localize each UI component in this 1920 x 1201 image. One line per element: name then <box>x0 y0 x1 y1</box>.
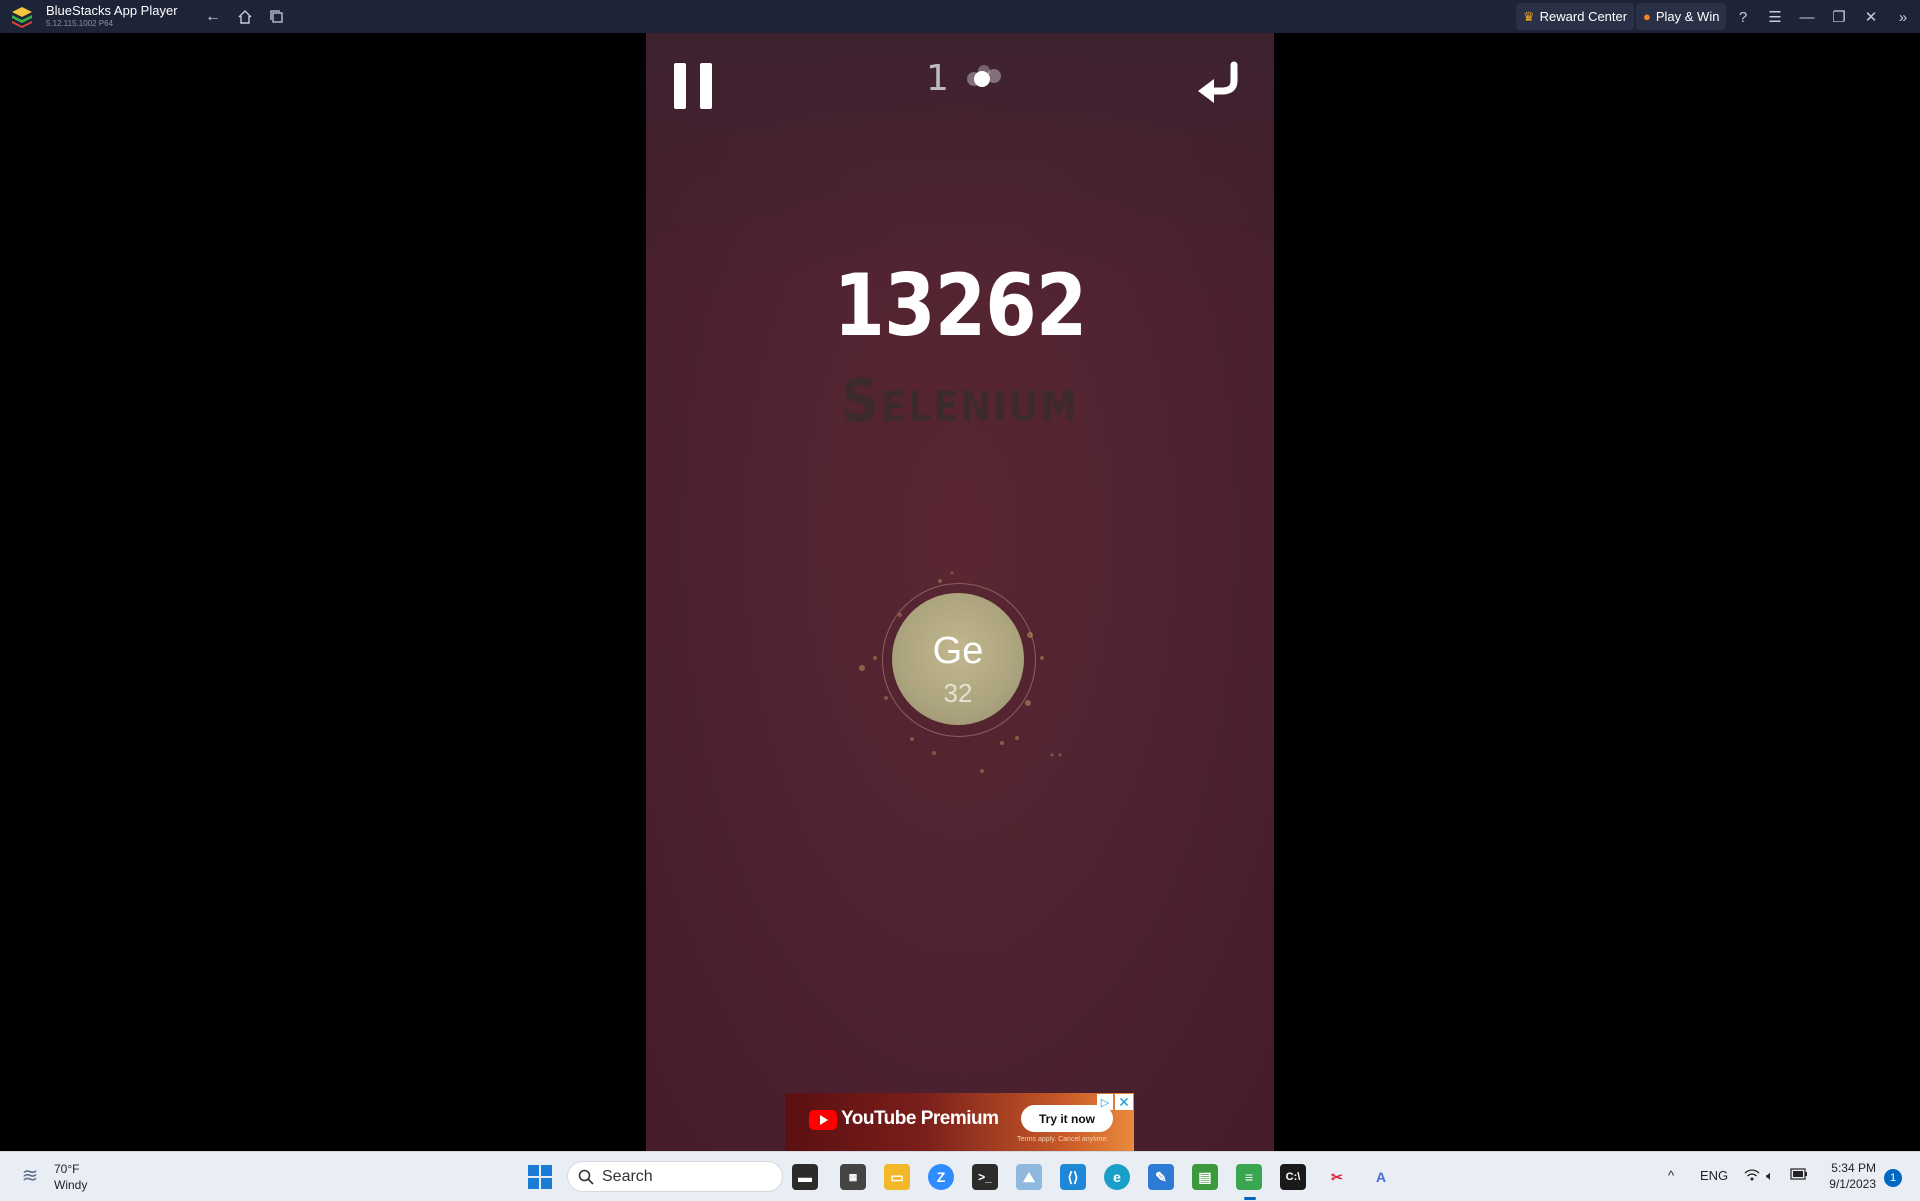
score: 13262 <box>833 256 1087 356</box>
pause-button[interactable] <box>674 63 714 109</box>
play-win-label: Play & Win <box>1655 9 1720 24</box>
ad-choices-icon[interactable]: ▷ <box>1097 1094 1113 1110</box>
app-title: BlueStacks App Player <box>46 3 178 18</box>
console-icon[interactable]: C:\ <box>1280 1164 1306 1190</box>
edge-icon[interactable]: e <box>1104 1164 1130 1190</box>
terminal-icon[interactable]: >_ <box>972 1164 998 1190</box>
reward-center-button[interactable]: ♛ Reward Center <box>1516 3 1635 30</box>
taskbar-search[interactable]: Search <box>567 1161 783 1192</box>
ad-banner[interactable]: YouTube Premium Try it now Terms apply. … <box>785 1093 1134 1151</box>
orb-icon <box>967 65 1001 87</box>
start-button[interactable] <box>528 1165 552 1189</box>
vscode-icon[interactable]: ⟨⟩ <box>1060 1164 1086 1190</box>
app-version: 5.12.115.1002 P64 <box>46 19 114 28</box>
weather-temp: 70°F <box>54 1162 80 1176</box>
file-explorer-icon[interactable]: ▭ <box>884 1164 910 1190</box>
coin-icon: ● <box>1643 9 1651 24</box>
undo-arrow-icon[interactable] <box>1194 59 1246 111</box>
font-app-icon[interactable]: A <box>1368 1164 1394 1190</box>
orb-count: 1 <box>926 58 949 99</box>
task-view-icon[interactable]: ▬ <box>792 1164 818 1190</box>
clock-date: 9/1/2023 <box>1829 1177 1876 1191</box>
battery-icon[interactable] <box>1790 1168 1808 1183</box>
weather-widget[interactable]: ≋ 70°F Windy <box>16 1161 88 1193</box>
weather-desc: Windy <box>54 1178 88 1192</box>
help-icon[interactable]: ? <box>1732 6 1754 28</box>
home-icon[interactable] <box>234 6 256 28</box>
search-placeholder: Search <box>602 1167 653 1185</box>
window-titlebar: BlueStacks App Player 5.12.115.1002 P64 … <box>0 0 1920 33</box>
windows-taskbar: ≋ 70°F Windy Search ▬ ▦ ▭ Z >_ ⛰ ⟨⟩ e ✎ … <box>0 1151 1920 1201</box>
ad-fine-print: Terms apply. Cancel anytime. <box>1017 1136 1109 1143</box>
app-icon-photo[interactable]: ▦ <box>840 1164 866 1190</box>
reward-center-label: Reward Center <box>1539 9 1628 24</box>
ad-close-icon[interactable]: ✕ <box>1115 1094 1133 1110</box>
wind-icon: ≋ <box>21 1164 39 1187</box>
wifi-icon[interactable] <box>1744 1168 1760 1185</box>
notification-badge[interactable]: 1 <box>1884 1169 1902 1187</box>
paint-icon[interactable]: ✎ <box>1148 1164 1174 1190</box>
atom-number: 32 <box>943 678 973 708</box>
restore-icon[interactable]: ❐ <box>1828 6 1850 28</box>
current-atom[interactable]: Ge 32 <box>892 593 1024 725</box>
bluestacks-taskbar-icon[interactable]: ≡ <box>1236 1164 1262 1200</box>
crown-icon: ♛ <box>1523 8 1535 24</box>
youtube-logo-icon <box>809 1110 837 1130</box>
atom-container[interactable]: Ge 32 <box>842 543 1078 779</box>
show-hidden-icons-icon[interactable]: ^ <box>1668 1168 1674 1183</box>
ad-brand: YouTube Premium <box>841 1108 999 1129</box>
close-icon[interactable]: ✕ <box>1860 6 1882 28</box>
language-indicator[interactable]: ENG <box>1700 1168 1728 1183</box>
menu-icon[interactable]: ☰ <box>1764 6 1786 28</box>
snipping-tool-icon[interactable]: ✂ <box>1324 1164 1350 1190</box>
collapse-sidebar-icon[interactable]: » <box>1892 6 1914 28</box>
element-name: Selenium <box>841 366 1079 436</box>
zoom-icon[interactable]: Z <box>928 1164 954 1190</box>
volume-icon[interactable]: 🔈︎ <box>1766 1168 1774 1184</box>
bluestacks-logo-icon <box>12 7 32 28</box>
clock-time: 5:34 PM <box>1831 1161 1876 1175</box>
search-icon <box>578 1169 594 1185</box>
back-arrow-icon[interactable]: ← <box>202 6 224 28</box>
system-clock[interactable]: 5:34 PM 9/1/2023 <box>1818 1160 1876 1192</box>
photos-icon[interactable]: ⛰ <box>1016 1164 1042 1190</box>
recent-apps-icon[interactable] <box>266 6 288 28</box>
chart-app-icon[interactable]: ▤ <box>1192 1164 1218 1190</box>
atom-symbol: Ge <box>932 630 984 672</box>
minimize-icon[interactable]: — <box>1796 6 1818 28</box>
play-win-button[interactable]: ● Play & Win <box>1636 3 1727 30</box>
game-viewport[interactable]: 1 13262 Selenium Ge 32 <box>646 33 1274 1151</box>
